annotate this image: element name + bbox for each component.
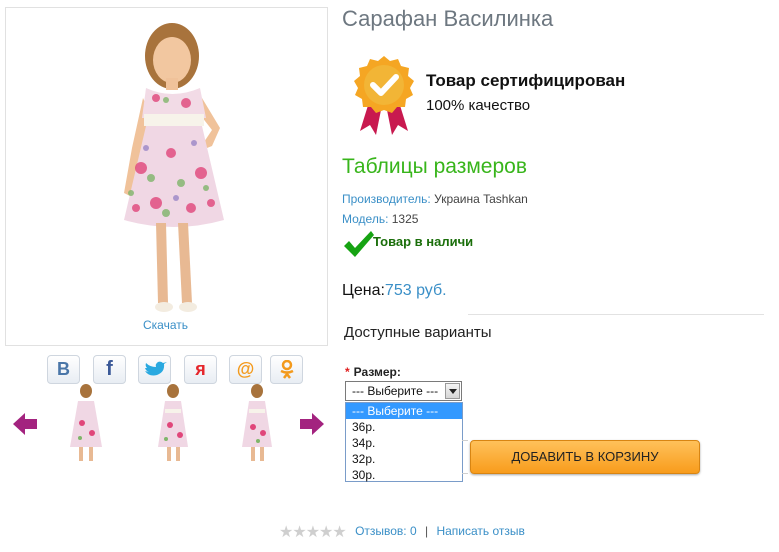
quantity-field-edge[interactable]	[462, 440, 468, 474]
price-label: Цена:	[342, 282, 385, 299]
girl-in-dress-photo	[124, 23, 224, 312]
thumbnail-2[interactable]	[148, 383, 198, 463]
odnoklassniki-icon	[279, 359, 294, 379]
chevron-down-icon[interactable]	[445, 383, 460, 399]
size-option[interactable]: 30р.	[346, 467, 462, 483]
odnoklassniki-share-button[interactable]	[270, 355, 303, 384]
divider	[468, 314, 764, 315]
size-option[interactable]: 36р.	[346, 419, 462, 435]
rating-row: ★★★★★ Отзывов: 0 | Написать отзыв	[279, 522, 525, 542]
moikrug-share-button[interactable]: я	[184, 355, 217, 384]
mailru-share-button[interactable]: @	[229, 355, 262, 384]
model-label: Модель:	[342, 212, 389, 226]
size-select[interactable]: --- Выберите ---	[345, 381, 462, 401]
main-product-image[interactable]	[5, 7, 328, 346]
in-stock-status: Товар в наличи	[373, 234, 474, 249]
twitter-icon	[144, 361, 167, 375]
required-mark: *	[345, 365, 350, 379]
thumbnail-3[interactable]	[232, 383, 282, 463]
write-review-link[interactable]: Написать отзыв	[436, 524, 524, 538]
download-link[interactable]: Скачать	[5, 318, 326, 332]
size-label: * Размер:	[345, 365, 401, 379]
size-option[interactable]: 34р.	[346, 435, 462, 451]
vk-icon: В	[57, 359, 70, 379]
prev-arrow-icon[interactable]	[12, 412, 38, 436]
size-option[interactable]: --- Выберите ---	[346, 403, 462, 419]
model-row: Модель: 1325	[342, 212, 418, 226]
size-label-text: Размер:	[353, 365, 401, 379]
quality-subtitle: 100% качество	[426, 97, 531, 114]
manufacturer-value: Украина Tashkan	[434, 192, 528, 206]
size-option[interactable]: 32р.	[346, 451, 462, 467]
mailru-icon: @	[236, 359, 255, 379]
rating-stars-icon: ★★★★★	[279, 524, 347, 541]
thumbnail-1[interactable]	[62, 383, 112, 463]
vk-share-button[interactable]: В	[47, 355, 80, 384]
separator: |	[425, 524, 429, 539]
size-tables-link[interactable]: Таблицы размеров	[342, 155, 527, 179]
size-dropdown-list: --- Выберите --- 36р. 34р. 32р. 30р.	[345, 402, 463, 482]
size-select-value: --- Выберите ---	[352, 384, 439, 398]
product-title: Сарафан Василинка	[342, 6, 554, 31]
twitter-share-button[interactable]	[138, 355, 171, 384]
manufacturer-label[interactable]: Производитель:	[342, 192, 431, 206]
model-value: 1325	[391, 212, 419, 226]
price-value: 753 руб.	[384, 282, 447, 299]
certificate-badge-icon	[354, 56, 414, 135]
facebook-icon: f	[106, 358, 113, 380]
price-row: Цена:753 руб.	[342, 282, 447, 300]
manufacturer-row: Производитель: Украина Tashkan	[342, 192, 528, 206]
moikrug-icon: я	[195, 359, 206, 379]
available-options-heading: Доступные варианты	[344, 324, 492, 341]
certified-title: Товар сертифицирован	[426, 71, 626, 90]
facebook-share-button[interactable]: f	[93, 355, 126, 384]
reviews-count-link[interactable]: Отзывов: 0	[355, 524, 417, 538]
next-arrow-icon[interactable]	[299, 412, 325, 436]
add-to-cart-button[interactable]: ДОБАВИТЬ В КОРЗИНУ	[470, 440, 700, 474]
checkmark-icon	[344, 231, 374, 257]
